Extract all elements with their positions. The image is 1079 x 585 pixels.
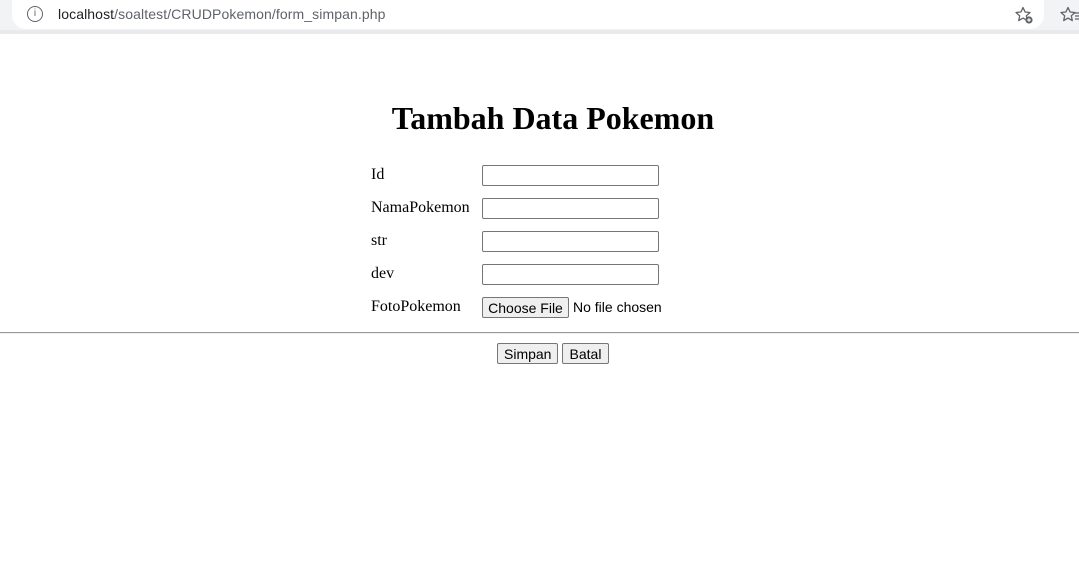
info-icon[interactable]: i — [27, 6, 43, 22]
id-input[interactable] — [482, 165, 659, 186]
star-add-icon[interactable] — [1014, 5, 1034, 25]
url-text[interactable]: localhost/soaltest/CRUDPokemon/form_simp… — [58, 6, 386, 22]
reading-list-icon[interactable] — [1060, 5, 1079, 25]
page-title: Tambah Data Pokemon — [391, 100, 715, 136]
file-status-text: No file chosen — [573, 299, 662, 315]
choose-file-button[interactable]: Choose File — [482, 297, 569, 318]
url-host: localhost — [58, 6, 115, 22]
simpan-button[interactable]: Simpan — [497, 343, 558, 364]
dev-input[interactable] — [482, 264, 659, 285]
toolbar-divider — [0, 30, 1079, 34]
browser-toolbar: i localhost/soaltest/CRUDPokemon/form_si… — [0, 0, 1079, 30]
nama-pokemon-label: NamaPokemon — [371, 199, 470, 216]
form-divider — [0, 332, 1079, 334]
batal-button[interactable]: Batal — [562, 343, 609, 364]
nama-pokemon-input[interactable] — [482, 198, 659, 219]
foto-pokemon-label: FotoPokemon — [371, 298, 461, 315]
str-input[interactable] — [482, 231, 659, 252]
dev-label: dev — [371, 265, 395, 282]
str-label: str — [371, 232, 387, 249]
id-label: Id — [371, 166, 385, 183]
url-path: /soaltest/CRUDPokemon/form_simpan.php — [114, 6, 386, 22]
